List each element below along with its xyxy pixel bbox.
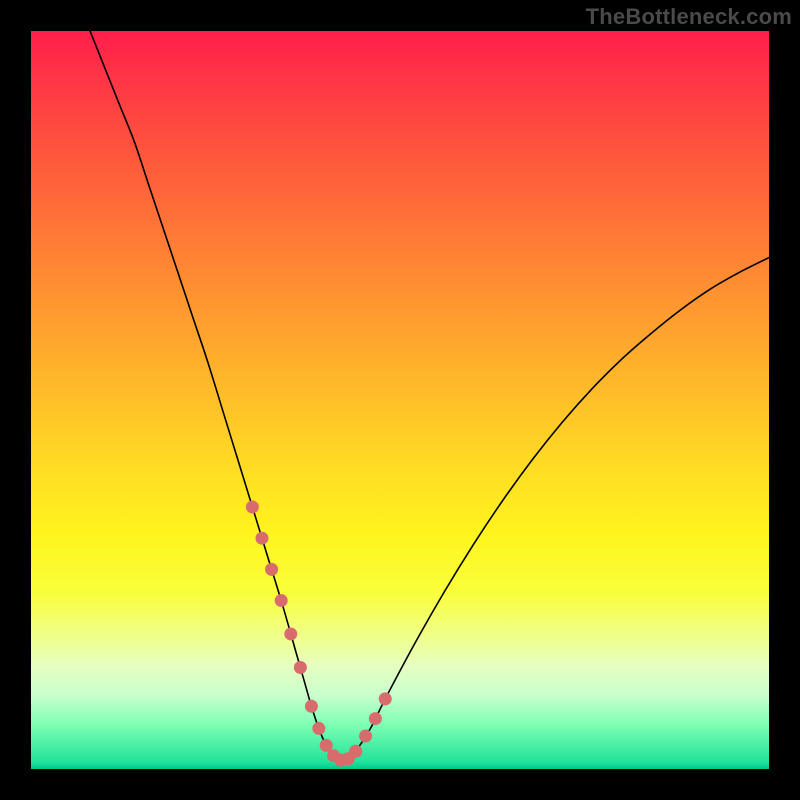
- curve-marker: [305, 700, 318, 713]
- curve-markers: [246, 501, 392, 767]
- curve-marker: [349, 745, 362, 758]
- bottleneck-curve-svg: [31, 31, 769, 769]
- bottleneck-curve: [90, 31, 769, 760]
- curve-marker: [284, 627, 297, 640]
- watermark-text: TheBottleneck.com: [586, 4, 792, 30]
- curve-marker: [369, 712, 382, 725]
- curve-marker: [265, 563, 278, 576]
- curve-marker: [379, 692, 392, 705]
- curve-marker: [294, 661, 307, 674]
- curve-marker: [359, 730, 372, 743]
- curve-marker: [275, 594, 288, 607]
- curve-marker: [255, 532, 268, 545]
- curve-marker: [312, 722, 325, 735]
- chart-frame: TheBottleneck.com: [0, 0, 800, 800]
- plot-area: [31, 31, 769, 769]
- curve-marker: [246, 501, 259, 514]
